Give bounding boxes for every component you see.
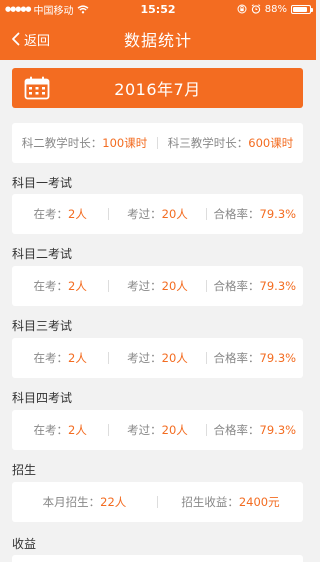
section-title-subject2: 科目二考试 — [12, 247, 73, 261]
back-label: 返回 — [24, 33, 51, 49]
section-title-enroll: 招生 — [12, 463, 37, 477]
battery-icon — [291, 4, 313, 14]
section-title-subject4: 科目四考试 — [12, 391, 73, 405]
chevron-left-icon — [12, 32, 20, 46]
exam-passed: 考过：20人 — [127, 351, 188, 365]
income-card — [12, 555, 303, 562]
exam-passed: 考过：20人 — [127, 279, 188, 293]
k3-teaching-hours: 科三教学时长：600课时 — [167, 136, 294, 150]
enroll-income: 招生收益：2400元 — [181, 495, 280, 509]
status-bar: ●●●●● 中国移动 15:52 88% — [0, 0, 316, 18]
page-title: 数据统计 — [123, 31, 192, 50]
exam-taking: 在考：2人 — [33, 207, 87, 221]
section-title-income: 收益 — [12, 537, 37, 551]
exam-passed: 考过：20人 — [127, 207, 188, 221]
month-label: 2016年7月 — [114, 80, 201, 99]
exam-pass-rate: 合格率：79.3% — [213, 207, 297, 221]
exam-passed: 考过：20人 — [127, 423, 188, 437]
carrier-label: 中国移动 — [33, 5, 74, 17]
month-selector[interactable]: 2016年7月 — [12, 68, 303, 108]
exam-taking: 在考：2人 — [33, 279, 87, 293]
teaching-hours-card: 科二教学时长：100课时 科三教学时长：600课时 — [12, 123, 303, 163]
exam-card-subject4: 在考：2人 考过：20人 合格率：79.3% — [12, 410, 303, 450]
signal-icon: ●●●●● — [5, 5, 32, 13]
alarm-icon — [251, 4, 261, 14]
exam-pass-rate: 合格率：79.3% — [213, 351, 297, 365]
enroll-card: 本月招生：22人 招生收益：2400元 — [12, 482, 303, 522]
exam-taking: 在考：2人 — [33, 423, 87, 437]
wifi-icon — [77, 4, 88, 13]
k3-hours-value: 600课时 — [248, 136, 294, 150]
section-title-subject3: 科目三考试 — [12, 319, 73, 333]
exam-taking: 在考：2人 — [33, 351, 87, 365]
nav-bar: 返回 数据统计 — [0, 18, 316, 60]
exam-card-subject2: 在考：2人 考过：20人 合格率：79.3% — [12, 266, 303, 306]
enroll-month: 本月招生：22人 — [42, 495, 127, 509]
exam-pass-rate: 合格率：79.3% — [213, 279, 297, 293]
back-button[interactable]: 返回 — [10, 18, 50, 60]
section-title-subject1: 科目一考试 — [12, 176, 73, 190]
k2-hours-value: 100课时 — [102, 136, 148, 150]
calendar-icon — [24, 76, 50, 100]
k2-teaching-hours: 科二教学时长：100课时 — [21, 136, 148, 150]
exam-card-subject3: 在考：2人 考过：20人 合格率：79.3% — [12, 338, 303, 378]
orientation-lock-icon — [237, 4, 247, 14]
exam-pass-rate: 合格率：79.3% — [213, 423, 297, 437]
exam-card-subject1: 在考：2人 考过：20人 合格率：79.3% — [12, 194, 303, 234]
battery-percent: 88% — [264, 3, 287, 15]
